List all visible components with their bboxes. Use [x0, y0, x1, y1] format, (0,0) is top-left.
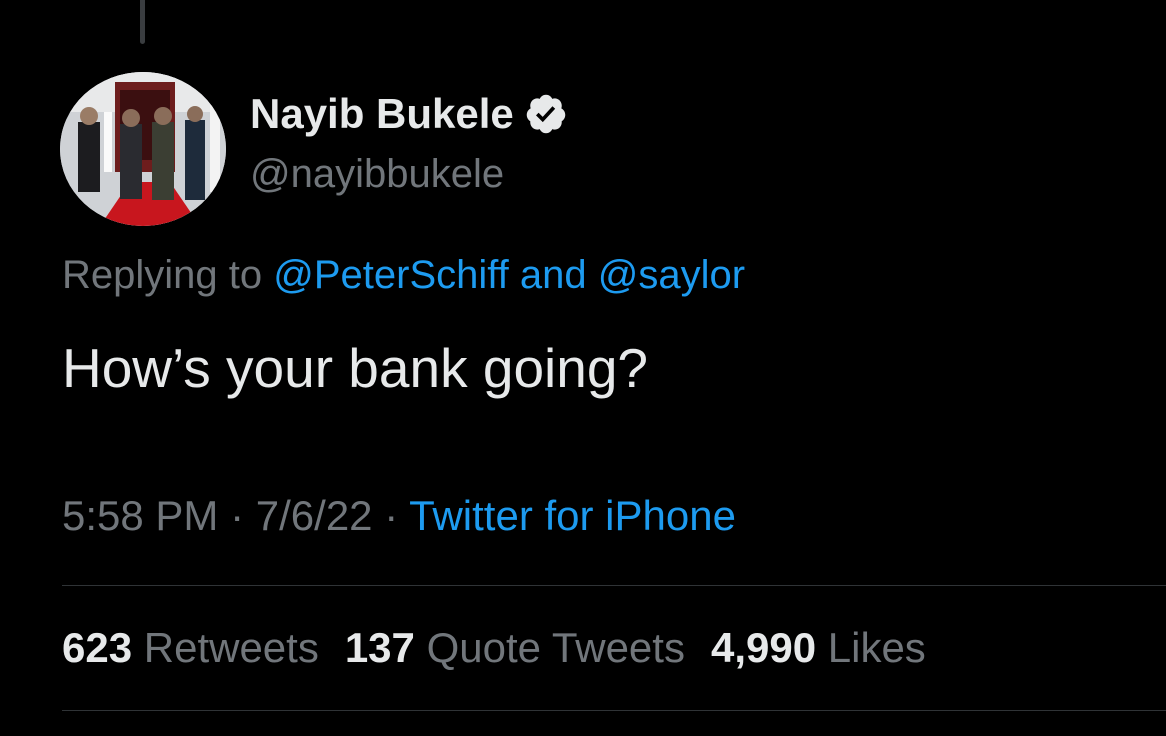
likes-count: 4,990	[710, 624, 817, 671]
tweet-time[interactable]: 5:58 PM	[62, 492, 218, 539]
retweets-stat[interactable]: 623 Retweets	[62, 620, 319, 676]
avatar[interactable]	[60, 72, 226, 226]
tweet-meta: 5:58 PM · 7/6/22 · Twitter for iPhone	[62, 488, 736, 544]
author-handle[interactable]: @nayibbukele	[250, 148, 504, 200]
author-name-row[interactable]: Nayib Bukele	[250, 86, 568, 142]
quote-tweets-count: 137	[344, 624, 415, 671]
tweet-source-link[interactable]: Twitter for iPhone	[409, 492, 736, 539]
divider	[62, 585, 1166, 586]
mention-link-peterschiff[interactable]: @PeterSchiff	[273, 253, 509, 297]
tweet-text: How’s your bank going?	[62, 337, 649, 399]
retweets-count: 623	[62, 624, 133, 671]
avatar-photo	[60, 72, 226, 226]
tweet-stats: 623 Retweets 137 Quote Tweets 4,990 Like…	[62, 620, 952, 676]
quote-tweets-label: Quote Tweets	[426, 624, 685, 671]
retweets-label: Retweets	[143, 624, 319, 671]
author-display-name[interactable]: Nayib Bukele	[250, 86, 514, 142]
mention-link-saylor[interactable]: @saylor	[598, 253, 745, 297]
tweet-date[interactable]: 7/6/22	[256, 492, 373, 539]
replying-to-line: Replying to @PeterSchiff and @saylor	[62, 248, 745, 302]
quote-tweets-stat[interactable]: 137 Quote Tweets	[345, 620, 685, 676]
thread-connector-line	[140, 0, 145, 44]
replying-to-label: Replying to	[62, 253, 263, 297]
likes-stat[interactable]: 4,990 Likes	[711, 620, 926, 676]
meta-separator: ·	[230, 492, 245, 539]
likes-label: Likes	[827, 624, 926, 671]
divider	[62, 710, 1166, 711]
verified-badge-icon	[524, 92, 568, 136]
mention-joiner: and	[519, 253, 587, 297]
meta-separator: ·	[384, 492, 399, 539]
